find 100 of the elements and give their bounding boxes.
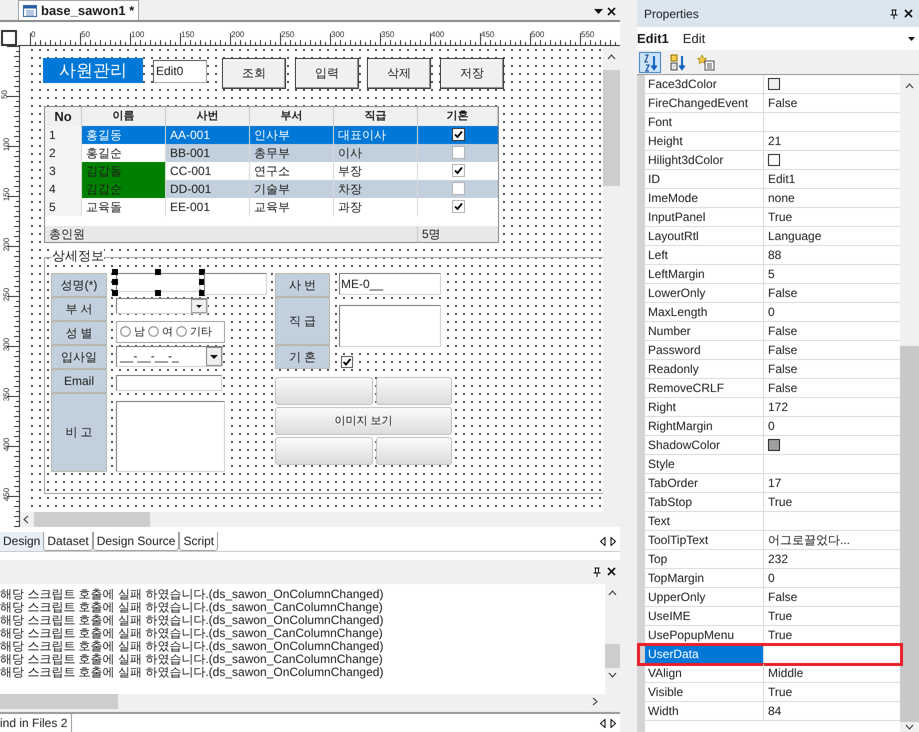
property-value[interactable]: 17: [764, 474, 900, 492]
property-value[interactable]: False: [764, 360, 900, 378]
close-icon[interactable]: [904, 9, 913, 18]
property-name[interactable]: Number: [645, 322, 764, 340]
property-name[interactable]: TopMargin: [645, 569, 764, 587]
property-value[interactable]: 0: [764, 303, 900, 321]
property-name[interactable]: LowerOnly: [645, 284, 764, 302]
property-name[interactable]: Top: [645, 550, 764, 568]
property-value[interactable]: 0: [764, 417, 900, 435]
property-value[interactable]: 88: [764, 246, 900, 264]
scroll-up-icon[interactable]: [608, 590, 617, 596]
scroll-down-icon[interactable]: [608, 672, 617, 678]
pin-icon[interactable]: [593, 566, 601, 577]
property-value[interactable]: 172: [764, 398, 900, 416]
property-name[interactable]: Style: [645, 455, 764, 473]
checkbox[interactable]: [452, 128, 464, 142]
sort-icon[interactable]: [639, 52, 661, 72]
property-value[interactable]: 21: [764, 132, 900, 150]
text-area[interactable]: [339, 304, 441, 347]
property-value[interactable]: Edit1: [764, 170, 900, 188]
property-name[interactable]: TabOrder: [645, 474, 764, 492]
action-button[interactable]: 입력: [295, 58, 359, 89]
scroll-right-icon[interactable]: [610, 536, 616, 546]
action-button[interactable]: 삭제: [367, 58, 431, 89]
scrollbar-thumb[interactable]: [34, 512, 150, 527]
property-name[interactable]: Right: [645, 398, 764, 416]
image-button[interactable]: 이미지 보기: [275, 406, 452, 435]
scrollbar[interactable]: [900, 75, 919, 732]
input-field[interactable]: ME-0__: [339, 272, 441, 295]
date-field[interactable]: __-__-__-_: [116, 346, 223, 367]
property-name[interactable]: UseIME: [645, 607, 764, 625]
object-selector[interactable]: Edit1 Edit: [637, 27, 919, 50]
view-tab[interactable]: Script: [179, 532, 218, 551]
property-name[interactable]: ToolTipText: [645, 531, 764, 549]
property-value[interactable]: True: [764, 607, 900, 625]
scrollbar[interactable]: [20, 512, 620, 527]
scrollbar-thumb[interactable]: [0, 694, 118, 710]
checkbox[interactable]: [341, 356, 353, 368]
scrollbar-thumb[interactable]: [603, 70, 620, 186]
action-button[interactable]: 저장: [440, 58, 504, 89]
close-icon[interactable]: [607, 7, 616, 16]
scrollbar[interactable]: [0, 694, 620, 710]
property-value[interactable]: True: [764, 208, 900, 226]
property-value[interactable]: False: [764, 284, 900, 302]
dropdown-icon[interactable]: [908, 37, 915, 41]
property-name[interactable]: InputPanel: [645, 208, 764, 226]
property-value[interactable]: 84: [764, 702, 900, 720]
scroll-up-icon[interactable]: [905, 83, 914, 89]
property-value[interactable]: True: [764, 493, 900, 511]
document-tab[interactable]: base_sawon1 *: [18, 0, 140, 20]
property-name[interactable]: Text: [645, 512, 764, 530]
property-name[interactable]: RemoveCRLF: [645, 379, 764, 397]
caret-icon[interactable]: [191, 298, 207, 313]
property-name[interactable]: ShadowColor: [645, 436, 764, 454]
checkbox[interactable]: [452, 182, 464, 196]
scroll-left-icon[interactable]: [23, 514, 29, 524]
radio-option[interactable]: 기타: [176, 324, 212, 340]
property-name[interactable]: Height: [645, 132, 764, 150]
close-icon[interactable]: [607, 567, 616, 576]
text-field[interactable]: Edit0: [153, 60, 207, 83]
property-name[interactable]: RightMargin: [645, 417, 764, 435]
property-name[interactable]: UserData: [645, 645, 764, 663]
view-tab[interactable]: Design: [0, 532, 44, 551]
property-name[interactable]: Readonly: [645, 360, 764, 378]
property-name[interactable]: UsePopupMenu: [645, 626, 764, 644]
property-name[interactable]: FireChangedEvent: [645, 94, 764, 112]
radio-option[interactable]: 남: [120, 324, 145, 340]
property-value[interactable]: True: [764, 683, 900, 701]
property-value[interactable]: False: [764, 379, 900, 397]
property-name[interactable]: VAlign: [645, 664, 764, 682]
property-name[interactable]: LayoutRtl: [645, 227, 764, 245]
property-name[interactable]: Password: [645, 341, 764, 359]
property-value[interactable]: 5: [764, 265, 900, 283]
radio-icon[interactable]: [176, 326, 187, 338]
selection-handles[interactable]: [112, 268, 205, 296]
property-name[interactable]: Left: [645, 246, 764, 264]
property-value[interactable]: 어그로끌었다...: [764, 531, 900, 549]
property-name[interactable]: ID: [645, 170, 764, 188]
text-area[interactable]: [116, 400, 225, 472]
property-value[interactable]: False: [764, 341, 900, 359]
action-button[interactable]: 조회: [222, 58, 286, 89]
property-name[interactable]: MaxLength: [645, 303, 764, 321]
caret-icon[interactable]: [206, 346, 222, 366]
property-name[interactable]: TabStop: [645, 493, 764, 511]
scroll-right-icon[interactable]: [610, 718, 616, 728]
radio-icon[interactable]: [120, 326, 131, 338]
view-tab[interactable]: Dataset: [43, 532, 93, 551]
scroll-left-icon[interactable]: [600, 718, 606, 728]
radio-icon[interactable]: [148, 326, 159, 338]
property-value[interactable]: none: [764, 189, 900, 207]
property-value[interactable]: False: [764, 322, 900, 340]
scroll-up-icon[interactable]: [607, 54, 616, 60]
property-name[interactable]: Face3dColor: [645, 75, 764, 93]
property-value[interactable]: False: [764, 588, 900, 606]
panel-tab[interactable]: ind in Files 2: [0, 714, 72, 732]
property-name[interactable]: LeftMargin: [645, 265, 764, 283]
scrollbar-thumb[interactable]: [605, 644, 620, 668]
scroll-down-icon[interactable]: [905, 724, 914, 730]
property-name[interactable]: Width: [645, 702, 764, 720]
property-value[interactable]: 232: [764, 550, 900, 568]
